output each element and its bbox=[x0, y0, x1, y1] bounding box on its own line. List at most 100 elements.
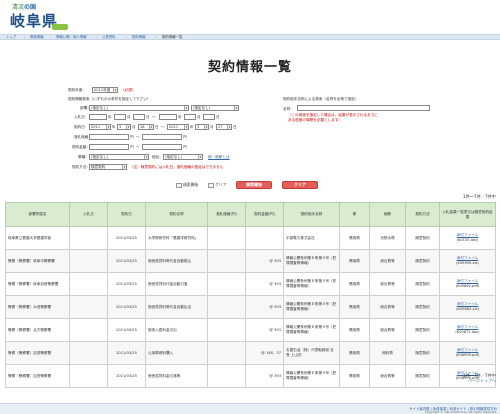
cell-result-file: 添付ファイル (K09959.xls) bbox=[439, 249, 496, 273]
contract-amount-from-unit: 円 bbox=[130, 145, 134, 149]
contract-amount-from-input[interactable] bbox=[89, 144, 129, 150]
amount-range-tilde: ～ bbox=[136, 135, 140, 139]
cell-contract-date: 2011/03/25 bbox=[107, 226, 146, 250]
bid-from-month[interactable] bbox=[114, 114, 126, 120]
contract-amount-to-input[interactable] bbox=[142, 144, 182, 150]
cd-from-day-unit: 日 bbox=[155, 125, 159, 129]
cell-contract-amount: @ 393 bbox=[245, 249, 284, 273]
cell-bid-date bbox=[69, 249, 108, 273]
logo-title: 岐阜県 bbox=[10, 12, 59, 30]
dept-sub-select[interactable]: (指定なし) ▾ bbox=[191, 105, 239, 111]
result-count-top: 1件～7件／7件中 bbox=[462, 194, 496, 199]
breadcrumb-contract[interactable]: 契約情報 bbox=[132, 35, 146, 41]
search-button[interactable]: 検索開始 bbox=[236, 181, 272, 189]
subsection-help-link[interactable]: 細・細節とは bbox=[208, 155, 230, 160]
cell-bid-price bbox=[207, 272, 246, 296]
cell-contract-name: 宿舎賃貸料等代金自動払出 bbox=[145, 295, 208, 319]
bid-range-tilde: ～ bbox=[152, 115, 156, 119]
cell-bid-price bbox=[207, 249, 246, 273]
cell-contract-name: 公用車燃料購入 bbox=[145, 341, 208, 365]
supplier-input[interactable] bbox=[297, 105, 430, 111]
cell-contract-name: 宿舎賃貸料金引落等 bbox=[145, 364, 208, 388]
cell-partner: 情報公開条例第６条第４号（犯罪捜査等情報） bbox=[283, 249, 340, 273]
cell-bid-price bbox=[207, 226, 246, 250]
search-image-button[interactable]: 検索開始 bbox=[176, 182, 198, 188]
cd-from-year[interactable]: 2011 ▾ bbox=[89, 124, 111, 130]
col-bid-price: 落札価格(円) bbox=[207, 202, 246, 227]
table-row: 警察（警察署）岐阜羽島警察署 2011/03/25 宿舎賃貸料代金自動引落 @ 393… bbox=[5, 272, 496, 296]
supplier-title: 契約相手名称による検索（名称を全角で指定） bbox=[283, 97, 359, 101]
cell-dept: 岐阜県立看護大学看護学部 bbox=[5, 226, 70, 250]
bid-to-month[interactable] bbox=[184, 114, 196, 120]
bid-from-day-unit: 日 bbox=[146, 115, 150, 119]
breadcrumb-public[interactable]: 公表資料 bbox=[102, 35, 116, 41]
cell-dept: 警察（警察署）加茂警察署 bbox=[5, 364, 70, 388]
cell-method: 随意契約 bbox=[405, 318, 440, 342]
cell-contract-amount: @ 393 bbox=[245, 364, 284, 388]
cd-to-year[interactable]: 2011 ▾ bbox=[167, 124, 189, 130]
clear-button[interactable]: クリア bbox=[282, 181, 318, 189]
cell-method: 随意契約 bbox=[405, 272, 440, 296]
amount-to-unit: 円 bbox=[183, 135, 187, 139]
cd-to-month-unit: 月 bbox=[210, 125, 214, 129]
cell-method: 随意契約 bbox=[405, 295, 440, 319]
cell-subsection: 総合費等 bbox=[369, 249, 406, 273]
year-select[interactable]: 2011年度 ▾ bbox=[92, 87, 118, 93]
cell-partner: 情報公開条例第６条第４号（犯罪捜査等情報） bbox=[283, 364, 340, 388]
cell-contract-date: 2011/03/25 bbox=[107, 364, 146, 388]
cd-from-month[interactable]: 3 ▾ bbox=[117, 124, 131, 130]
table-row: 警察（警察署）大垣警察署 2011/03/25 宿舎賃貸料等代金自動払出 @ 393 情… bbox=[5, 295, 496, 319]
amount-to-input[interactable] bbox=[142, 134, 182, 140]
cd-to-day[interactable]: 27 ▾ bbox=[216, 124, 232, 130]
cell-bid-date bbox=[69, 226, 108, 250]
cd-to-month[interactable]: 3 ▾ bbox=[195, 124, 209, 130]
cell-partner: 情報公開条例第６条第４号（犯罪捜査等情報） bbox=[283, 272, 340, 296]
cell-partner: 中部電力株式会社 bbox=[283, 226, 340, 250]
bid-from-day[interactable] bbox=[133, 114, 145, 120]
bid-to-day[interactable] bbox=[203, 114, 215, 120]
dept-select[interactable]: (指定なし) ▾ bbox=[89, 105, 189, 111]
method-note: （注）随意契約には入札日、落札価格の指定はできません bbox=[130, 165, 224, 169]
table-row: 警察（警察署）加茂警察署 2011/03/25 宿舎賃貸料金引落等 @ 393 情報公開… bbox=[5, 364, 496, 388]
page-top-link[interactable]: ページトップへ bbox=[468, 378, 496, 384]
cell-bid-date bbox=[69, 364, 108, 388]
attachment-filename: (K08999.pdf) bbox=[455, 353, 480, 357]
cell-dept: 警察（警察署）大垣警察署 bbox=[5, 295, 70, 319]
breadcrumb-prefecture[interactable]: 県政情報 bbox=[30, 35, 44, 41]
attachment-filename: (K09883.xls) bbox=[456, 307, 479, 311]
col-contract-name: 契約名称 bbox=[145, 202, 208, 227]
cell-contract-amount: @ 148、37 bbox=[245, 341, 284, 365]
breadcrumb-top[interactable]: トップ bbox=[6, 35, 16, 41]
cell-contract-name: 宿舎賃貸料等代金自動振込 bbox=[145, 249, 208, 273]
type-select[interactable]: (指定なし) ▾ bbox=[89, 154, 149, 160]
breadcrumb: トップ › 県政情報 › 情報公開・個人情報 › 公表資料 › 契約情報 › 契… bbox=[0, 34, 500, 40]
site-logo[interactable]: 清流の国 岐阜県 bbox=[8, 2, 68, 32]
cell-result-file: 添付ファイル (K08999.pdf) bbox=[439, 341, 496, 365]
col-section: 節 bbox=[339, 202, 370, 227]
cd-to-day-unit: 日 bbox=[233, 125, 237, 129]
cell-subsection: 燃料費 bbox=[369, 341, 406, 365]
bid-to-year[interactable] bbox=[159, 114, 177, 120]
breadcrumb-disclosure[interactable]: 情報公開・個人情報 bbox=[56, 35, 87, 41]
amount-from-input[interactable] bbox=[89, 134, 129, 140]
table-header-row: 部署所属名 入札日 契約日 契約名称 落札価格(円) 契約金額(円) 契約相手名… bbox=[5, 202, 496, 227]
results-table: 部署所属名 入札日 契約日 契約名称 落札価格(円) 契約金額(円) 契約相手名… bbox=[5, 202, 496, 388]
table-row: 警察（警察署）北方警察署 2011/03/25 宿舎入居料金引出 @ 393 情報公開条… bbox=[5, 318, 496, 342]
cell-section: 需用費 bbox=[339, 318, 370, 342]
method-label: 契約方法： bbox=[72, 165, 90, 169]
biz-select[interactable]: (指定なし) ▾ bbox=[163, 154, 203, 160]
cell-contract-date: 2011/03/25 bbox=[107, 318, 146, 342]
cd-range-tilde: ～ bbox=[161, 125, 165, 129]
cell-dept: 警察（警察署）加茂警察署 bbox=[5, 341, 70, 365]
bid-from-year[interactable] bbox=[89, 114, 107, 120]
method-select[interactable]: 随意契約 ▾ bbox=[89, 164, 127, 170]
clear-image-button[interactable]: クリア bbox=[208, 182, 226, 188]
col-method: 契約方法 bbox=[405, 202, 440, 227]
cd-from-day[interactable]: 18 ▾ bbox=[138, 124, 154, 130]
condition-title: 契約情報検索（いずれかの条件を指定して下さい） bbox=[68, 97, 151, 101]
bid-to-day-unit: 日 bbox=[216, 115, 220, 119]
cell-method: 随意契約 bbox=[405, 249, 440, 273]
breadcrumb-sep: › bbox=[50, 35, 52, 39]
cell-dept: 警察（警察署）北方警察署 bbox=[5, 318, 70, 342]
year-label: 契約年度： bbox=[68, 88, 86, 92]
